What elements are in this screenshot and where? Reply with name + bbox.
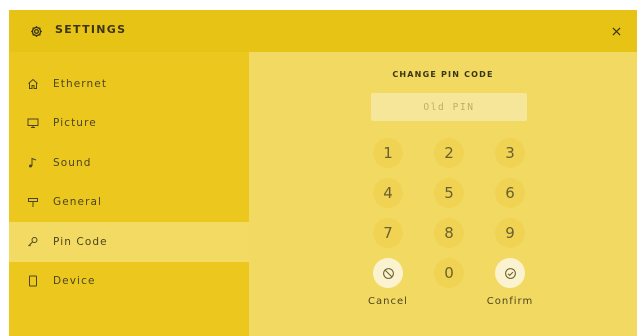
settings-window: SETTINGS Ethernet Picture Sound General … (9, 10, 637, 336)
sidebar-item-device[interactable]: Device (9, 261, 249, 301)
key-1[interactable]: 1 (373, 138, 403, 168)
pin-code-panel: CHANGE PIN CODE 1 2 3 4 5 6 7 8 9 0 Canc… (249, 52, 637, 336)
key-2[interactable]: 2 (434, 138, 464, 168)
home-icon (25, 76, 41, 92)
sidebar-item-label: Ethernet (53, 78, 108, 90)
old-pin-input[interactable] (371, 93, 527, 121)
gear-icon (28, 23, 44, 39)
sidebar-item-label: Picture (53, 117, 97, 129)
key-icon (25, 234, 41, 250)
key-0[interactable]: 0 (434, 258, 464, 288)
sidebar-item-label: Device (53, 275, 96, 287)
sidebar: Ethernet Picture Sound General Pin Code (9, 52, 249, 336)
sidebar-item-general[interactable]: General (9, 182, 249, 222)
key-8[interactable]: 8 (434, 218, 464, 248)
key-4[interactable]: 4 (373, 178, 403, 208)
sidebar-item-label: Sound (53, 157, 92, 169)
close-icon (611, 26, 621, 36)
music-note-icon (25, 155, 41, 171)
key-9[interactable]: 9 (495, 218, 525, 248)
key-3[interactable]: 3 (495, 138, 525, 168)
window-title: SETTINGS (55, 23, 127, 36)
sidebar-item-picture[interactable]: Picture (9, 103, 249, 143)
confirm-button[interactable] (495, 258, 525, 288)
check-circle-icon (504, 267, 516, 279)
sidebar-item-label: Pin Code (53, 236, 108, 248)
close-button[interactable] (605, 20, 627, 42)
monitor-icon (25, 115, 41, 131)
tablet-icon (25, 273, 41, 289)
cancel-icon (382, 267, 394, 279)
sidebar-item-label: General (53, 196, 103, 208)
cancel-button[interactable] (373, 258, 403, 288)
key-5[interactable]: 5 (434, 178, 464, 208)
sidebar-item-sound[interactable]: Sound (9, 143, 249, 183)
title-bar: SETTINGS (9, 10, 637, 52)
key-7[interactable]: 7 (373, 218, 403, 248)
sidebar-item-pin-code[interactable]: Pin Code (9, 222, 249, 262)
key-6[interactable]: 6 (495, 178, 525, 208)
cancel-label: Cancel (368, 296, 408, 307)
page-title: CHANGE PIN CODE (392, 70, 494, 79)
sidebar-item-ethernet[interactable]: Ethernet (9, 64, 249, 104)
confirm-label: Confirm (486, 296, 534, 307)
signpost-icon (25, 194, 41, 210)
